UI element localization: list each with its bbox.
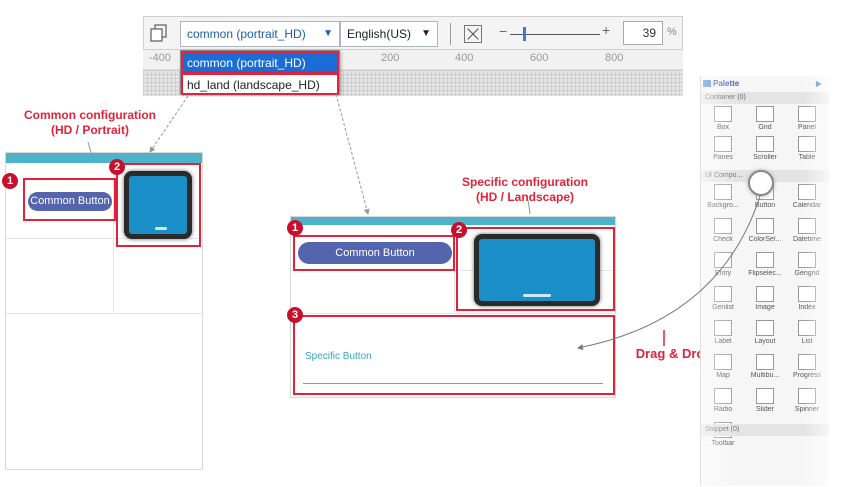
caption-pointer xyxy=(527,199,531,215)
connector-arrow xyxy=(149,95,189,153)
caption-pointer xyxy=(87,141,93,157)
annotation-arrows xyxy=(87,93,761,350)
connector-arrow xyxy=(335,93,370,215)
drag-arrow xyxy=(577,195,761,350)
